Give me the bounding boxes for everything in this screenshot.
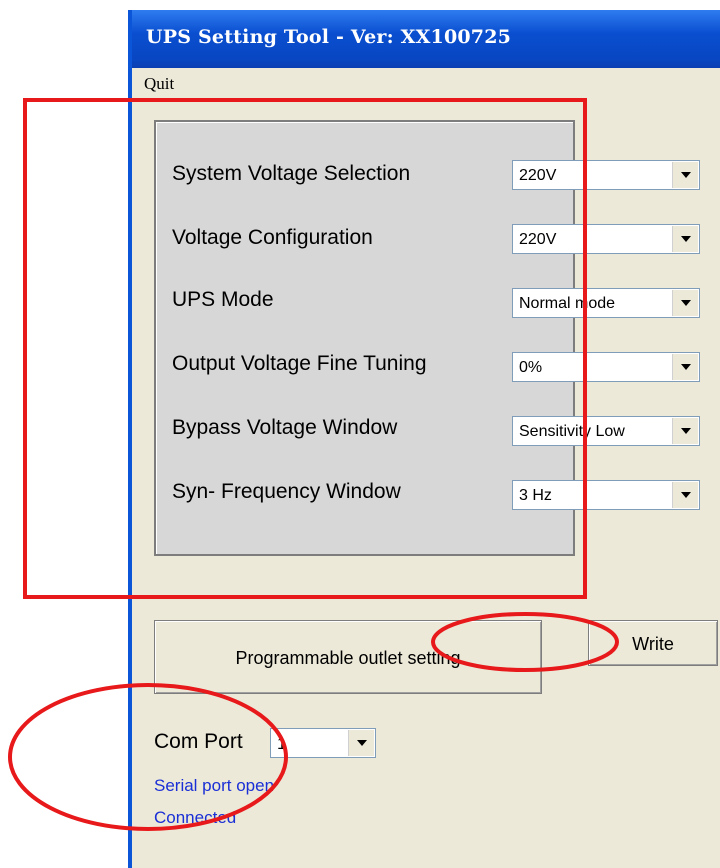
system-voltage-value: 220V (519, 167, 557, 184)
ups-mode-select[interactable]: Normal mode (512, 288, 700, 318)
write-button[interactable]: Write (588, 620, 718, 666)
ups-mode-value: Normal mode (519, 295, 616, 312)
output-voltage-fine-tuning-label: Output Voltage Fine Tuning (172, 352, 427, 375)
chevron-down-icon[interactable] (672, 482, 698, 508)
voltage-configuration-select[interactable]: 220V (512, 224, 700, 254)
com-port-label: Com Port (154, 730, 243, 753)
syn-frequency-window-value: 3 Hz (519, 487, 552, 504)
voltage-configuration-value: 220V (519, 231, 557, 248)
syn-frequency-window-select[interactable]: 3 Hz (512, 480, 700, 510)
voltage-configuration-label: Voltage Configuration (172, 226, 373, 249)
com-port-select[interactable]: 1 (270, 728, 376, 758)
ups-mode-label: UPS Mode (172, 288, 274, 311)
connection-status: Connected (154, 808, 237, 827)
chevron-down-glyph (357, 740, 367, 746)
window-title: UPS Setting Tool - Ver: XX100725 (146, 26, 512, 48)
title-bar[interactable]: UPS Setting Tool - Ver: XX100725 (132, 10, 720, 68)
ups-setting-window: UPS Setting Tool - Ver: XX100725 Quit Sy… (128, 10, 720, 868)
chevron-down-icon[interactable] (672, 226, 698, 252)
programmable-outlet-setting-button[interactable]: Programmable outlet setting (154, 620, 542, 694)
chevron-down-icon[interactable] (672, 290, 698, 316)
chevron-down-icon[interactable] (672, 418, 698, 444)
bypass-voltage-window-select[interactable]: Sensitivity Low (512, 416, 700, 446)
chevron-down-icon[interactable] (672, 162, 698, 188)
chevron-down-icon[interactable] (672, 354, 698, 380)
serial-port-status: Serial port open (154, 776, 275, 795)
system-voltage-select[interactable]: 220V (512, 160, 700, 190)
output-voltage-fine-tuning-select[interactable]: 0% (512, 352, 700, 382)
syn-frequency-window-label: Syn- Frequency Window (172, 480, 401, 503)
menu-quit[interactable]: Quit (144, 74, 174, 94)
menu-bar: Quit (132, 68, 720, 98)
bypass-voltage-window-value: Sensitivity Low (519, 423, 625, 440)
system-voltage-label: System Voltage Selection (172, 162, 411, 185)
output-voltage-fine-tuning-value: 0% (519, 359, 543, 376)
bypass-voltage-window-label: Bypass Voltage Window (172, 416, 398, 439)
chevron-down-icon[interactable] (348, 730, 374, 756)
com-port-value: 1 (277, 734, 287, 753)
